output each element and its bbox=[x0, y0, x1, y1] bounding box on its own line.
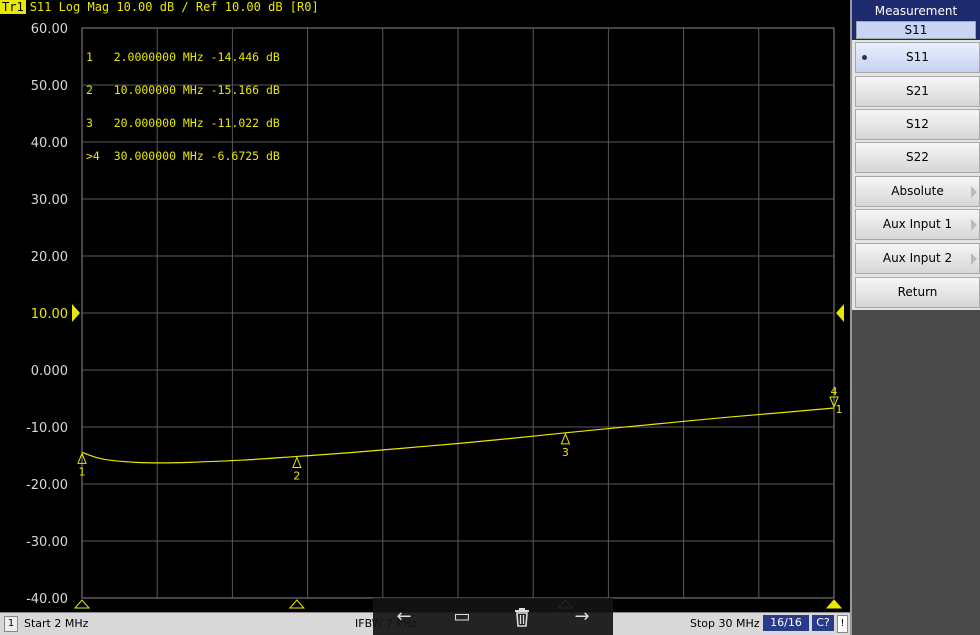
softkey-label: S11 bbox=[906, 50, 929, 64]
sweep-count: 16/16 bbox=[763, 615, 809, 631]
stimulus-marker-icon bbox=[73, 599, 91, 609]
current-measurement: S11 bbox=[856, 21, 976, 39]
marker-readout-table: 1 2.0000000 MHz -14.446 dB 2 10.000000 M… bbox=[86, 30, 280, 184]
y-tick-label: -10.00 bbox=[26, 421, 68, 436]
y-tick-label: 0.000 bbox=[31, 364, 68, 379]
softkey-s11[interactable]: S11 bbox=[855, 42, 980, 73]
softkey-s12[interactable]: S12 bbox=[855, 109, 980, 140]
channel-number[interactable]: 1 bbox=[4, 616, 18, 632]
y-tick-label: 30.00 bbox=[31, 193, 68, 208]
plot-area[interactable]: 60.00 50.00 40.00 30.00 20.00 10.00 0.000 -10.0… bbox=[0, 0, 850, 612]
stimulus-marker-icon bbox=[288, 599, 305, 609]
marker-label: 3 bbox=[562, 446, 569, 459]
softkey-label: S21 bbox=[906, 84, 929, 98]
trash-icon[interactable] bbox=[509, 606, 535, 628]
y-tick-label: -30.00 bbox=[26, 535, 68, 550]
softkey-panel: Measurement S11 S11 S21 S12 S22 Absolute… bbox=[850, 0, 980, 635]
softkey-label: S22 bbox=[906, 150, 929, 164]
submenu-arrow-icon bbox=[971, 219, 977, 231]
submenu-arrow-icon bbox=[971, 253, 977, 265]
touch-overlay-toolbar: ← ▭ → bbox=[373, 598, 613, 635]
y-tick-label: 50.00 bbox=[31, 79, 68, 94]
y-tick-label: -20.00 bbox=[26, 478, 68, 493]
marker-triangle-icon bbox=[560, 432, 571, 445]
stimulus-marker-icon bbox=[825, 599, 843, 609]
panel-title: Measurement bbox=[874, 4, 958, 18]
submenu-arrow-icon bbox=[971, 186, 977, 198]
keyboard-icon[interactable]: ▭ bbox=[449, 606, 475, 628]
ref-level-arrow-icon bbox=[836, 304, 844, 322]
softkey-absolute[interactable]: Absolute bbox=[855, 176, 980, 207]
marker-readout-row: 1 2.0000000 MHz -14.446 dB bbox=[86, 50, 280, 64]
calibration-status[interactable]: C? bbox=[812, 615, 834, 631]
marker-readout-row: 2 10.000000 MHz -15.166 dB bbox=[86, 83, 280, 97]
marker-label: 1 bbox=[836, 403, 843, 416]
softkey-aux-input-2[interactable]: Aux Input 2 bbox=[855, 243, 980, 274]
y-tick-label: 20.00 bbox=[31, 250, 68, 265]
y-tick-label: -40.00 bbox=[26, 592, 68, 607]
start-frequency[interactable]: Start 2 MHz bbox=[24, 617, 88, 630]
stop-frequency[interactable]: Stop 30 MHz bbox=[690, 617, 760, 630]
ref-level-arrow-icon bbox=[72, 304, 80, 322]
softkey-label: S12 bbox=[906, 117, 929, 131]
y-tick-label: 60.00 bbox=[31, 22, 68, 37]
marker-triangle-icon bbox=[292, 456, 302, 468]
softkey-s22[interactable]: S22 bbox=[855, 142, 980, 173]
marker-label: 2 bbox=[293, 469, 300, 482]
softkey-label: Aux Input 2 bbox=[882, 251, 953, 265]
softkey-label: Absolute bbox=[891, 184, 944, 198]
left-arrow-icon[interactable]: ← bbox=[391, 606, 417, 628]
softkey-return[interactable]: Return bbox=[855, 277, 980, 308]
marker-label: 1 bbox=[79, 465, 86, 478]
y-tick-label: 40.00 bbox=[31, 136, 68, 151]
y-tick-label: 10.00 bbox=[31, 307, 68, 322]
marker-readout-row: >4 30.000000 MHz -6.6725 dB bbox=[86, 149, 280, 163]
trace-title-text: S11 Log Mag 10.00 dB / Ref 10.00 dB [R0] bbox=[29, 0, 319, 14]
trace-title[interactable]: Tr1 S11 Log Mag 10.00 dB / Ref 10.00 dB [… bbox=[0, 0, 319, 14]
softkey-aux-input-1[interactable]: Aux Input 1 bbox=[855, 209, 980, 240]
selected-dot-icon bbox=[862, 55, 867, 60]
softkey-s21[interactable]: S21 bbox=[855, 76, 980, 107]
trace-badge[interactable]: Tr1 bbox=[0, 0, 26, 14]
marker-readout-row: 3 20.000000 MHz -11.022 dB bbox=[86, 116, 280, 130]
right-arrow-icon[interactable]: → bbox=[569, 606, 595, 628]
marker-label: 4 bbox=[831, 385, 838, 398]
alert-indicator[interactable]: ! bbox=[837, 615, 848, 633]
softkey-label: Aux Input 1 bbox=[882, 217, 953, 231]
analyzer-screen: 60.00 50.00 40.00 30.00 20.00 10.00 0.000 -10.0… bbox=[0, 0, 980, 635]
softkey-panel-header: Measurement S11 bbox=[852, 0, 980, 40]
softkey-label: Return bbox=[897, 285, 938, 299]
panel-empty-area bbox=[852, 310, 980, 635]
